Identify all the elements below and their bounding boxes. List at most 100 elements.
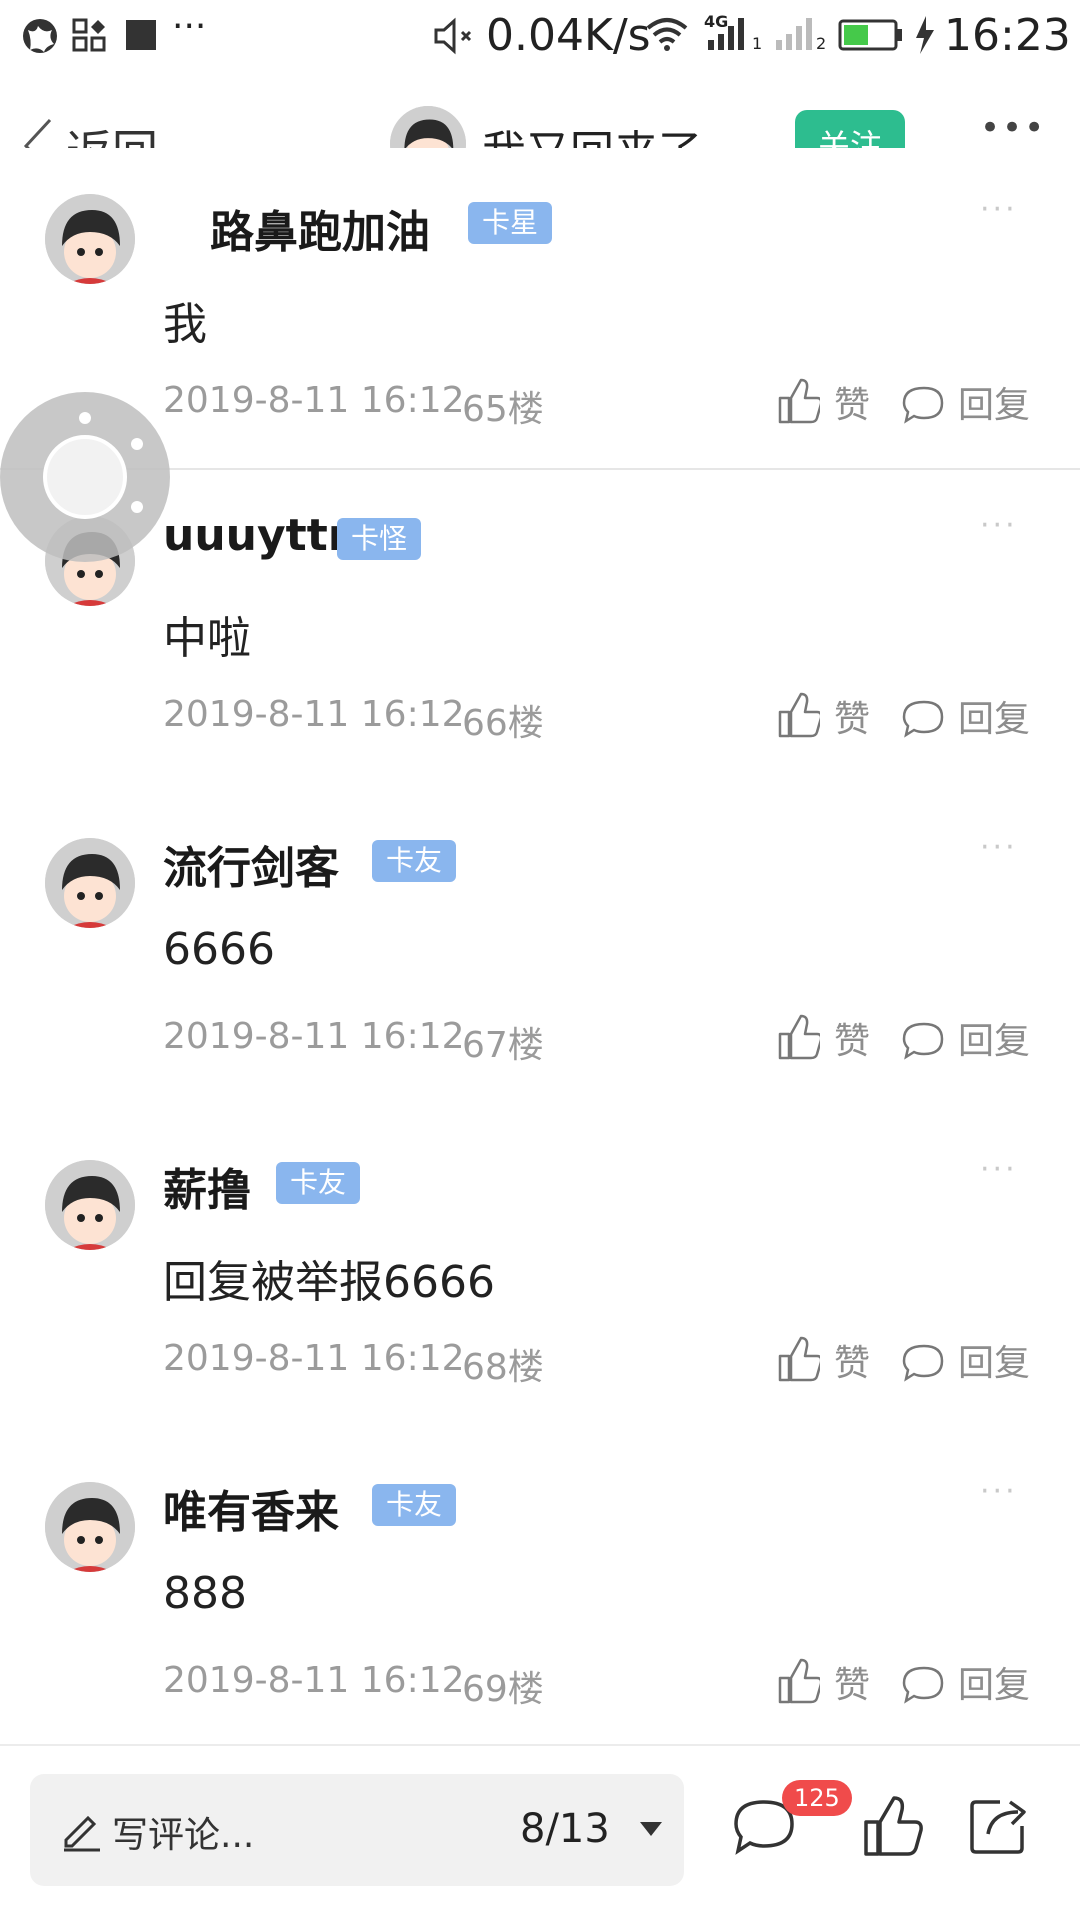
bottom-bar: 写评论... 8/13 125 <box>0 1744 1080 1922</box>
post-content: 中啦 <box>163 613 251 664</box>
post-content: 我 <box>163 299 207 350</box>
username[interactable]: 薪撸 <box>163 1154 251 1218</box>
comment-count-badge: 125 <box>782 1780 852 1816</box>
post-content: 888 <box>163 1568 247 1619</box>
like-label: 赞 <box>834 1021 871 1062</box>
reply-button[interactable]: 回复 <box>902 1334 1052 1384</box>
user-level-badge: 卡友 <box>372 1484 457 1526</box>
signal-sim2-icon <box>776 18 812 50</box>
status-more-dots: ··· <box>172 6 207 47</box>
assistive-touch-icon <box>43 412 143 519</box>
signal-sim1-icon <box>708 18 744 50</box>
avatar-image <box>45 194 135 284</box>
user-avatar[interactable] <box>45 1482 135 1572</box>
comment-icon <box>902 386 944 424</box>
reply-label: 回复 <box>958 1021 1031 1062</box>
thumbs-up-icon <box>778 1658 820 1704</box>
user-level-badge: 卡友 <box>276 1162 361 1204</box>
reply-label: 回复 <box>958 699 1031 740</box>
reply-label: 回复 <box>958 1665 1031 1706</box>
share-button[interactable] <box>966 1794 1036 1864</box>
like-label: 赞 <box>834 1343 871 1384</box>
post-floor: 65楼 <box>462 389 544 430</box>
user-level-badge: 卡怪 <box>337 518 422 560</box>
thumbs-up-icon <box>778 378 820 424</box>
like-label: 赞 <box>834 385 871 426</box>
pencil-icon <box>64 1815 100 1852</box>
sim1-label: 1 <box>752 34 763 53</box>
avatar-image <box>45 1160 135 1250</box>
like-label: 赞 <box>834 1665 871 1706</box>
post-more-button[interactable]: ··· <box>980 1474 1018 1509</box>
avatar-image <box>45 1482 135 1572</box>
comment-icon <box>902 1022 944 1060</box>
user-avatar[interactable] <box>45 1160 135 1250</box>
like-article-button[interactable] <box>860 1794 930 1864</box>
avatar-image <box>45 838 135 928</box>
post-floor: 67楼 <box>462 1025 544 1066</box>
reply-label: 回复 <box>958 385 1031 426</box>
charging-icon <box>916 16 934 54</box>
post-content: 回复被举报6666 <box>163 1257 495 1308</box>
thumbs-up-icon <box>778 1336 820 1382</box>
reply-button[interactable]: 回复 <box>902 690 1052 740</box>
user-level-badge: 卡星 <box>468 202 553 244</box>
globe-icon <box>23 19 57 53</box>
like-button[interactable]: 赞 <box>776 376 896 426</box>
like-button[interactable]: 赞 <box>776 1334 896 1384</box>
page-selector[interactable]: 8/13 <box>520 1798 670 1862</box>
like-button[interactable]: 赞 <box>776 1656 896 1706</box>
post-content: 6666 <box>163 924 275 975</box>
comment-icon <box>902 700 944 738</box>
thumbs-up-icon <box>778 1014 820 1060</box>
clock: 16:23 <box>944 10 1071 61</box>
mute-icon <box>434 17 472 55</box>
user-avatar[interactable] <box>45 194 135 284</box>
wifi-icon <box>646 18 688 51</box>
thumbs-up-icon <box>778 692 820 738</box>
post-time: 2019-8-11 16:12 <box>163 1338 465 1379</box>
post-time: 2019-8-11 16:12 <box>163 1016 465 1057</box>
sim2-label: 2 <box>816 34 827 53</box>
floating-assistive-button[interactable] <box>0 392 170 562</box>
thumbs-up-icon <box>864 1796 923 1856</box>
username[interactable]: 路鼻跑加油 <box>210 196 430 260</box>
like-label: 赞 <box>834 699 871 740</box>
comment-icon <box>902 1344 944 1382</box>
post-floor: 69楼 <box>462 1669 544 1710</box>
reply-label: 回复 <box>958 1343 1031 1384</box>
post-item: 薪撸 卡友 ··· 回复被举报6666 2019-8-11 16:12 68楼 … <box>0 1114 1080 1438</box>
notification-square-icon <box>126 20 156 50</box>
post-time: 2019-8-11 16:12 <box>163 1660 465 1701</box>
status-bar: ··· 0.04K/s 4G 1 2 16:23 <box>0 0 1080 72</box>
username[interactable]: 唯有香来 <box>163 1476 339 1540</box>
caret-down-icon <box>640 1822 662 1836</box>
post-floor: 68楼 <box>462 1347 544 1388</box>
username[interactable]: 流行剑客 <box>163 832 339 896</box>
page-indicator: 8/13 <box>520 1806 610 1852</box>
like-button[interactable]: 赞 <box>776 1012 896 1062</box>
reply-button[interactable]: 回复 <box>902 1656 1052 1706</box>
comment-input[interactable]: 写评论... 8/13 <box>30 1774 684 1886</box>
reply-button[interactable]: 回复 <box>902 1012 1052 1062</box>
post-item: 流行剑客 卡友 ··· 6666 2019-8-11 16:12 67楼 赞 回… <box>0 792 1080 1116</box>
post-more-button[interactable]: ··· <box>980 1152 1018 1187</box>
battery-icon <box>838 19 902 51</box>
like-button[interactable]: 赞 <box>776 690 896 740</box>
comment-placeholder: 写评论... <box>112 1815 255 1856</box>
network-speed: 0.04K/s <box>486 10 651 61</box>
reply-button[interactable]: 回复 <box>902 376 1052 426</box>
post-more-button[interactable]: ··· <box>980 192 1018 227</box>
share-icon <box>970 1800 1026 1854</box>
post-floor: 66楼 <box>462 703 544 744</box>
post-more-button[interactable]: ··· <box>980 830 1018 865</box>
user-level-badge: 卡友 <box>372 840 457 882</box>
apps-icon <box>72 18 106 52</box>
post-more-button[interactable]: ··· <box>980 508 1018 543</box>
more-options-button[interactable]: ••• <box>980 108 1046 148</box>
username[interactable]: uuuyttr <box>163 510 349 561</box>
user-avatar[interactable] <box>45 838 135 928</box>
post-time: 2019-8-11 16:12 <box>163 380 465 421</box>
post-item: 唯有香来 卡友 ··· 888 2019-8-11 16:12 69楼 赞 回复 <box>0 1436 1080 1760</box>
comment-icon <box>902 1666 944 1704</box>
